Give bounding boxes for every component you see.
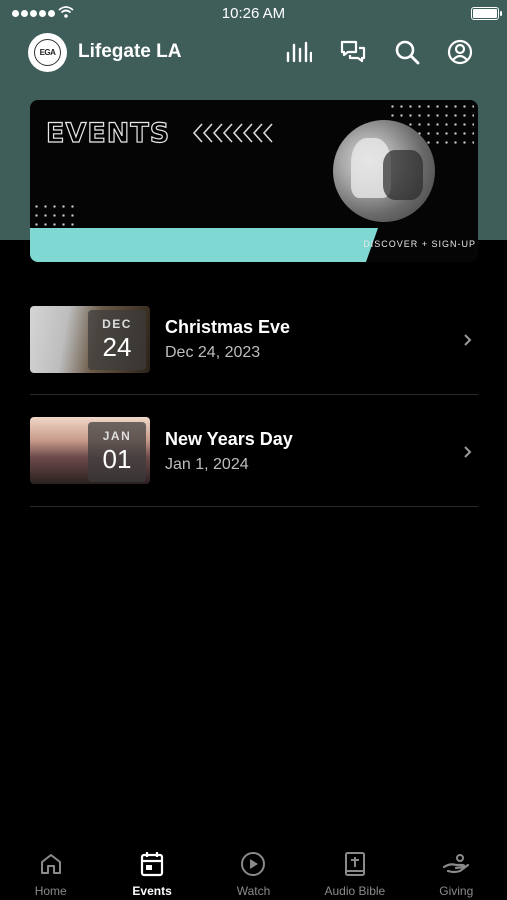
date-badge: JAN 01 [88,422,146,482]
date-badge-day: 01 [102,444,132,474]
event-date: Jan 1, 2024 [165,456,249,473]
chevron-right-icon [464,446,472,458]
search-icon[interactable] [393,38,421,66]
status-time: 10:26 AM [221,5,286,22]
chevrons-left-icon [192,123,273,143]
church-logo[interactable]: EGA [28,33,67,72]
event-title: Christmas Eve [165,317,291,337]
date-badge: DEC 24 [88,310,146,370]
date-badge-day: 24 [102,332,132,362]
event-row[interactable]: DEC 24 Christmas Eve Dec 24, 2023 [30,283,478,395]
events-banner[interactable]: EVENTS DISCOVER + SIGN-UP [30,100,478,262]
banner-accent-strip [30,228,378,262]
event-thumbnail: JAN 01 [30,417,150,484]
tab-audio-bible[interactable]: Audio Bible [304,842,405,900]
date-badge-month: JAN [102,429,132,443]
tab-label: Events [132,884,172,898]
chevron-right-icon [464,334,472,346]
tab-label: Home [34,884,67,898]
status-bar: 10:26 AM [0,0,507,28]
tab-label: Giving [439,884,474,898]
tab-label: Watch [236,884,271,898]
logo-mark: EGA [34,39,61,66]
bible-icon [304,850,405,878]
app-title: Lifegate LA [78,41,182,62]
chat-icon[interactable] [339,38,367,66]
banner-title: EVENTS [45,117,171,149]
home-icon [0,850,101,878]
tab-watch[interactable]: Watch [203,842,304,900]
calendar-icon [101,850,202,878]
tab-bar: Home Events Watch Audio Bible Giving [0,842,507,900]
app-header: EGA Lifegate LA [0,30,507,76]
profile-icon[interactable] [446,38,474,66]
tab-events[interactable]: Events [101,842,202,900]
giving-icon [406,850,507,878]
tab-giving[interactable]: Giving [406,842,507,900]
event-date: Dec 24, 2023 [165,344,261,361]
date-badge-month: DEC [102,317,132,331]
event-row[interactable]: JAN 01 New Years Day Jan 1, 2024 [30,395,478,507]
event-title: New Years Day [165,429,293,449]
tab-home[interactable]: Home [0,842,101,900]
equalizer-icon[interactable] [285,38,313,66]
event-thumbnail: DEC 24 [30,306,150,373]
battery-icon [471,7,502,20]
tab-label: Audio Bible [324,884,386,898]
play-icon [203,850,304,878]
banner-photo [333,120,435,222]
banner-cta: DISCOVER + SIGN-UP [363,239,476,249]
